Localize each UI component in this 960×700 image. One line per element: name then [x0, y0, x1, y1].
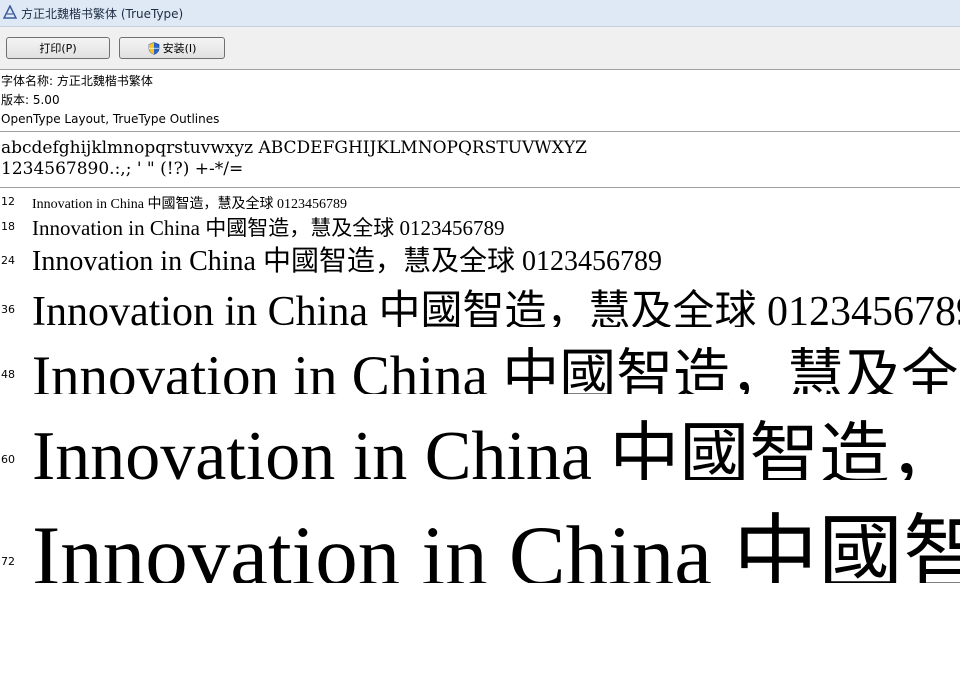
size-label: 12	[1, 195, 15, 208]
sample-row-48: 48 Innovation in China 中國智造，慧及全球 0123456…	[0, 328, 960, 394]
size-label: 48	[1, 368, 15, 381]
charset-letters: abcdefghijklmnopqrstuvwxyz ABCDEFGHIJKLM…	[1, 138, 587, 158]
print-button[interactable]: 打印(P)	[6, 37, 110, 59]
window-title: 方正北魏楷书繁体 (TrueType)	[21, 7, 184, 21]
title-bar[interactable]: 方正北魏楷书繁体 (TrueType)	[0, 0, 960, 27]
divider	[0, 187, 960, 188]
sample-row-18: 18 Innovation in China 中國智造，慧及全球 0123456…	[0, 210, 960, 240]
charset-digits-symbols: 1234567890.:,; ' " (!?) +-*/=	[1, 159, 244, 179]
charset-sample: abcdefghijklmnopqrstuvwxyz ABCDEFGHIJKLM…	[1, 138, 959, 180]
sample-text: Innovation in China 中國智造，慧及全球 0123456789	[32, 289, 960, 327]
sample-text: Innovation in China 中國智造，慧及全球 0123456789	[32, 216, 505, 240]
sample-text: Innovation in China 中國智造，慧及全球 0123456789	[32, 246, 662, 274]
sample-text: Innovation in China 中國智造，慧及全球 0123456789	[32, 509, 960, 583]
size-label: 36	[1, 303, 15, 316]
size-label: 24	[1, 254, 15, 267]
font-info: 字体名称: 方正北魏楷书繁体 版本: 5.00 OpenType Layout,…	[0, 72, 960, 129]
divider	[0, 131, 960, 132]
sample-row-60: 60 Innovation in China 中國智造，慧及全球 0123456…	[0, 396, 960, 480]
install-button-label: 安装(I)	[162, 42, 197, 55]
toolbar: 打印(P) 安装(I)	[0, 27, 960, 70]
features-line: OpenType Layout, TrueType Outlines	[1, 112, 220, 126]
size-label: 18	[1, 220, 15, 233]
sample-text: Innovation in China 中國智造，慧及全球 0123456789	[32, 345, 960, 394]
version-line: 版本: 5.00	[1, 93, 60, 107]
size-label: 60	[1, 453, 15, 466]
sample-row-72: 72 Innovation in China 中國智造，慧及全球 0123456…	[0, 483, 960, 583]
print-button-label: 打印(P)	[39, 42, 77, 55]
size-label: 72	[1, 555, 15, 568]
install-button[interactable]: 安装(I)	[119, 37, 225, 59]
sample-text: Innovation in China 中國智造，慧及全球 0123456789	[32, 418, 960, 480]
font-app-icon	[3, 5, 17, 19]
sample-row-36: 36 Innovation in China 中國智造，慧及全球 0123456…	[0, 275, 960, 327]
sample-row-24: 24 Innovation in China 中國智造，慧及全球 0123456…	[0, 238, 960, 274]
font-name-line: 字体名称: 方正北魏楷书繁体	[1, 74, 153, 88]
sample-row-12: 12 Innovation in China 中國智造，慧及全球 0123456…	[0, 192, 960, 212]
uac-shield-icon	[148, 41, 159, 55]
